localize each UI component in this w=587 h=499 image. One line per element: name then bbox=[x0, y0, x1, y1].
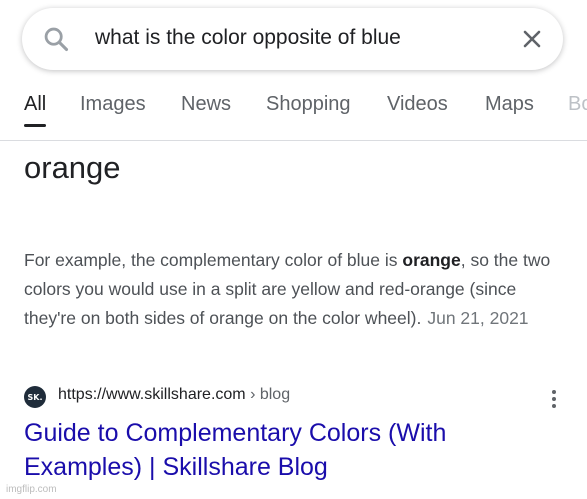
tab-maps[interactable]: Maps bbox=[485, 93, 534, 116]
result-title-link[interactable]: Guide to Complementary Colors (With Exam… bbox=[24, 416, 564, 484]
snippet-text-start: For example, the complementary color of … bbox=[24, 250, 403, 270]
tab-all[interactable]: All bbox=[24, 93, 46, 116]
search-bar[interactable]: what is the color opposite of blue bbox=[22, 8, 563, 70]
result-url-crumb[interactable]: › blog bbox=[250, 386, 290, 403]
search-icon[interactable] bbox=[42, 25, 70, 53]
tab-news[interactable]: News bbox=[181, 93, 231, 116]
tab-books[interactable]: Bo bbox=[568, 93, 587, 116]
more-options-icon[interactable] bbox=[550, 388, 558, 410]
active-tab-indicator bbox=[24, 124, 46, 127]
result-url-domain[interactable]: https://www.skillshare.com bbox=[58, 386, 246, 403]
tab-images[interactable]: Images bbox=[80, 93, 146, 116]
result-url[interactable]: https://www.skillshare.com › blog bbox=[58, 386, 290, 404]
snippet-highlight: orange bbox=[402, 250, 461, 270]
site-favicon[interactable]: SK. bbox=[24, 386, 46, 408]
featured-snippet: For example, the complementary color of … bbox=[24, 246, 554, 333]
tabs-divider bbox=[0, 140, 587, 141]
snippet-date: Jun 21, 2021 bbox=[427, 308, 529, 328]
featured-answer: orange bbox=[24, 150, 121, 185]
close-icon[interactable] bbox=[520, 27, 544, 51]
watermark: imgflip.com bbox=[6, 484, 57, 495]
search-tabs: All Images News Shopping Videos Maps Bo bbox=[0, 93, 587, 133]
tab-shopping[interactable]: Shopping bbox=[266, 93, 351, 116]
search-input[interactable]: what is the color opposite of blue bbox=[95, 26, 401, 50]
tab-videos[interactable]: Videos bbox=[387, 93, 448, 116]
